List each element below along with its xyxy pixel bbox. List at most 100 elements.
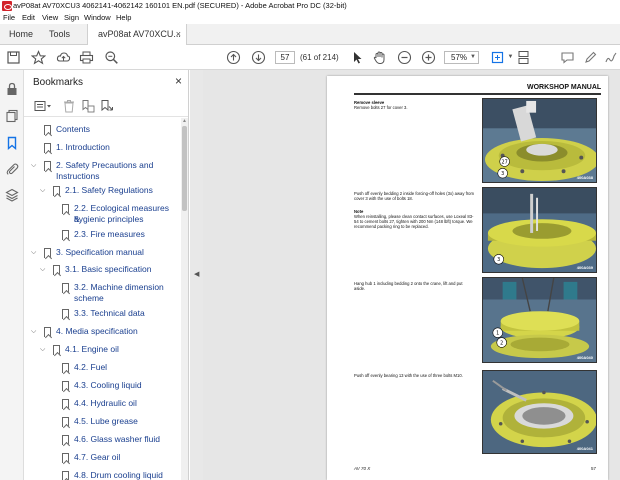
photo-hang-hub: 1 2 400A040: [482, 277, 597, 363]
bookmark-item[interactable]: ⌵ 3. Specification manual: [24, 246, 174, 262]
bookmark-label: 4.6. Glass washer fluid: [74, 434, 160, 444]
window-title: avP08at AV70XCU3 4062141-4062142 160101 …: [13, 1, 347, 10]
bookmark-item[interactable]: 4.8. Drum cooling liquid: [24, 469, 174, 480]
callout-3: 3: [497, 257, 500, 263]
collapse-toggle-icon[interactable]: ⌵: [40, 266, 48, 274]
layers-icon[interactable]: [5, 188, 19, 202]
bookmark-label: 4. Media specification: [56, 326, 138, 336]
bookmark-item[interactable]: 3.3. Technical data: [24, 307, 174, 323]
bookmark-label: 2.1. Safety Regulations: [65, 185, 153, 195]
comment-icon[interactable]: [560, 50, 575, 65]
bookmark-item[interactable]: 4.3. Cooling liquid: [24, 379, 174, 395]
hand-tool-icon[interactable]: [372, 50, 387, 65]
bookmark-label: hygienic principles: [74, 214, 144, 224]
page-thumbnails-icon[interactable]: [5, 109, 19, 123]
bookmarks-panel-icon[interactable]: [5, 136, 19, 150]
tab-tools[interactable]: Tools: [49, 24, 70, 45]
collapse-panel-icon[interactable]: ◀: [194, 270, 199, 278]
menu-help[interactable]: Help: [116, 13, 131, 22]
bookmark-icon: [44, 327, 51, 337]
lock-icon[interactable]: [5, 82, 19, 96]
menu-window[interactable]: Window: [84, 13, 111, 22]
scrolling-mode-icon[interactable]: [516, 50, 531, 65]
bookmark-item[interactable]: ⌵ 4. Media specification: [24, 325, 174, 341]
note-body: When reinstalling, please clean contact …: [354, 214, 474, 229]
options-menu-icon[interactable]: [34, 99, 52, 113]
sign-icon[interactable]: [604, 50, 619, 65]
callout-27: 27: [501, 159, 507, 165]
bookmark-label: 3.3. Technical data: [74, 308, 145, 318]
select-cursor-icon[interactable]: [350, 50, 365, 65]
bookmark-icon: [44, 143, 51, 153]
next-page-icon[interactable]: [251, 50, 266, 65]
menu-view[interactable]: View: [42, 13, 58, 22]
pdf-page: WORKSHOP MANUAL Remove sleeve Remove bol…: [327, 76, 608, 480]
bookmark-item[interactable]: 4.6. Glass washer fluid: [24, 433, 174, 449]
bookmark-icon: [62, 471, 69, 480]
bookmark-icon: [62, 381, 69, 391]
bookmark-label: scheme: [74, 293, 104, 303]
cloud-upload-icon[interactable]: [56, 50, 71, 65]
bookmark-item[interactable]: 4.5. Lube grease: [24, 415, 174, 431]
bookmark-icon: [62, 399, 69, 409]
new-bookmark-icon[interactable]: [81, 99, 95, 113]
zoom-in-icon[interactable]: [421, 50, 436, 65]
photo-code: 400A040: [576, 355, 593, 360]
bookmark-item[interactable]: 4.2. Fuel: [24, 361, 174, 377]
collapse-toggle-icon[interactable]: ⌵: [40, 187, 48, 195]
bookmark-item[interactable]: ⌵ 3.1. Basic specification: [24, 263, 174, 279]
zoom-level-value: 57%: [451, 53, 468, 62]
print-icon[interactable]: [79, 50, 94, 65]
acrobat-icon: [2, 1, 12, 11]
close-panel-icon[interactable]: ×: [175, 74, 182, 88]
header-rule: [354, 93, 601, 95]
chevron-down-icon: ▼: [470, 54, 476, 60]
bookmark-icon: [53, 345, 60, 355]
collapse-toggle-icon[interactable]: ⌵: [31, 328, 39, 336]
bookmark-item[interactable]: ⌵ 2.1. Safety Regulations: [24, 184, 174, 200]
zoom-level-select[interactable]: 57% ▼: [444, 51, 479, 64]
bookmark-label: 1. Introduction: [56, 142, 110, 152]
panel-splitter[interactable]: ◀: [190, 70, 203, 480]
bookmark-item[interactable]: Contents: [24, 123, 174, 139]
previous-page-icon[interactable]: [226, 50, 241, 65]
collapse-toggle-icon[interactable]: ⌵: [31, 249, 39, 257]
page-number-input[interactable]: 57: [275, 51, 295, 64]
bookmark-label: Contents: [56, 124, 91, 134]
toolbar: 57 (61 of 214) 57% ▼ ▼: [0, 45, 620, 70]
collapse-toggle-icon[interactable]: ⌵: [40, 346, 48, 354]
scroll-up-icon[interactable]: ▲: [182, 118, 187, 124]
highlight-pen-icon[interactable]: [583, 50, 598, 65]
bookmark-item[interactable]: 1. Introduction: [24, 141, 174, 157]
bookmark-item[interactable]: 4.7. Gear oil: [24, 451, 174, 467]
zoom-out-icon[interactable]: [397, 50, 412, 65]
bookmark-item[interactable]: ⌵ 4.1. Engine oil: [24, 343, 174, 359]
tab-document[interactable]: avP08at AV70XCU... ×: [87, 24, 187, 45]
menu-file[interactable]: File: [3, 13, 15, 22]
document-viewer[interactable]: WORKSHOP MANUAL Remove sleeve Remove bol…: [203, 70, 620, 480]
bookmark-item[interactable]: 4.4. Hydraulic oil: [24, 397, 174, 413]
bookmark-icon: [62, 230, 69, 240]
menu-sign[interactable]: Sign: [64, 13, 79, 22]
bookmark-icon: [44, 125, 51, 135]
bookmark-icon: [62, 309, 69, 319]
close-tab-icon[interactable]: ×: [176, 24, 181, 45]
expand-bookmark-icon[interactable]: [100, 99, 114, 113]
bookmark-label: 3.1. Basic specification: [65, 264, 152, 274]
bookmarks-scrollbar[interactable]: ▲: [181, 118, 188, 480]
bookmark-label: 4.2. Fuel: [74, 362, 108, 372]
tab-bar: Home Tools avP08at AV70XCU... ×: [0, 24, 620, 45]
collapse-toggle-icon[interactable]: ⌵: [31, 162, 39, 170]
menu-edit[interactable]: Edit: [22, 13, 35, 22]
bookmark-star-icon[interactable]: [31, 50, 46, 65]
tab-home[interactable]: Home: [9, 24, 33, 45]
photo-remove-bolts: 27 3 400A038: [482, 98, 597, 183]
photo-code: 400A039: [576, 265, 593, 270]
scrollbar-thumb[interactable]: [182, 126, 187, 211]
zoom-search-icon[interactable]: [104, 50, 119, 65]
bookmark-item[interactable]: 2.3. Fire measures: [24, 228, 174, 244]
save-icon[interactable]: [6, 50, 21, 65]
attachment-icon[interactable]: [5, 162, 19, 176]
bookmark-icon: [62, 363, 69, 373]
delete-bookmark-icon[interactable]: [62, 99, 76, 113]
